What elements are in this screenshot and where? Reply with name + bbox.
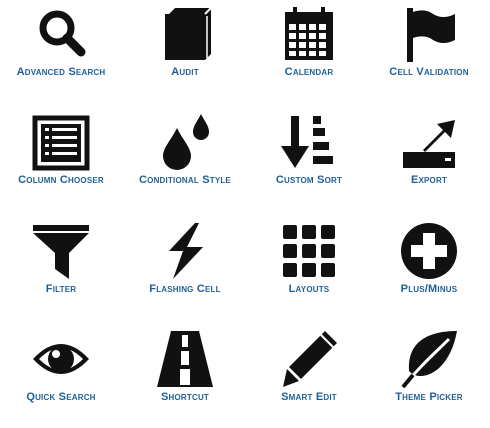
calendar-icon [279, 4, 339, 64]
tile-smart-edit[interactable]: Smart Edit [248, 325, 370, 428]
plus-circle-icon [399, 221, 459, 281]
tile-export[interactable]: Export [368, 108, 490, 211]
tile-theme-picker[interactable]: Theme Picker [368, 325, 490, 428]
lightning-icon [155, 221, 215, 281]
pencil-icon [279, 329, 339, 389]
sort-descending-icon [279, 112, 339, 172]
book-icon [155, 4, 215, 64]
tile-label: Advanced Search [16, 66, 106, 78]
tile-flashing-cell[interactable]: Flashing Cell [124, 217, 246, 320]
tile-label: Flashing Cell [149, 283, 221, 295]
tile-column-chooser[interactable]: Column Chooser [0, 108, 122, 211]
tile-filter[interactable]: Filter [0, 217, 122, 320]
flag-icon [399, 4, 459, 64]
tile-label: Conditional Style [139, 174, 231, 186]
function-icon-grid: Advanced Search Audit Calendar Cell Vali… [0, 0, 490, 412]
tile-label: Cell Validation [389, 66, 469, 78]
tile-quick-search[interactable]: Quick Search [0, 325, 122, 428]
tile-label: Column Chooser [18, 174, 104, 186]
droplets-icon [155, 112, 215, 172]
tile-label: Plus/Minus [400, 283, 458, 295]
list-window-icon [31, 112, 91, 172]
tile-label: Theme Picker [395, 391, 463, 403]
tile-label: Custom Sort [275, 174, 343, 186]
tile-shortcut[interactable]: Shortcut [124, 325, 246, 428]
tile-plus-minus[interactable]: Plus/Minus [368, 217, 490, 320]
magnifier-icon [31, 4, 91, 64]
tile-label: Quick Search [26, 391, 96, 403]
tile-layouts[interactable]: Layouts [248, 217, 370, 320]
tile-label: Shortcut [160, 391, 210, 403]
tile-label: Audit [171, 66, 199, 78]
funnel-icon [31, 221, 91, 281]
tile-calendar[interactable]: Calendar [248, 0, 370, 103]
road-icon [155, 329, 215, 389]
tile-label: Calendar [284, 66, 334, 78]
tile-label: Filter [45, 283, 77, 295]
eye-icon [31, 329, 91, 389]
leaf-icon [399, 329, 459, 389]
tile-label: Layouts [288, 283, 330, 295]
tile-label: Export [410, 174, 448, 186]
tile-custom-sort[interactable]: Custom Sort [248, 108, 370, 211]
grid-icon [279, 221, 339, 281]
tile-conditional-style[interactable]: Conditional Style [124, 108, 246, 211]
tile-cell-validation[interactable]: Cell Validation [368, 0, 490, 103]
tile-label: Smart Edit [281, 391, 337, 403]
tile-audit[interactable]: Audit [124, 0, 246, 103]
export-arrow-icon [399, 112, 459, 172]
tile-advanced-search[interactable]: Advanced Search [0, 0, 122, 103]
